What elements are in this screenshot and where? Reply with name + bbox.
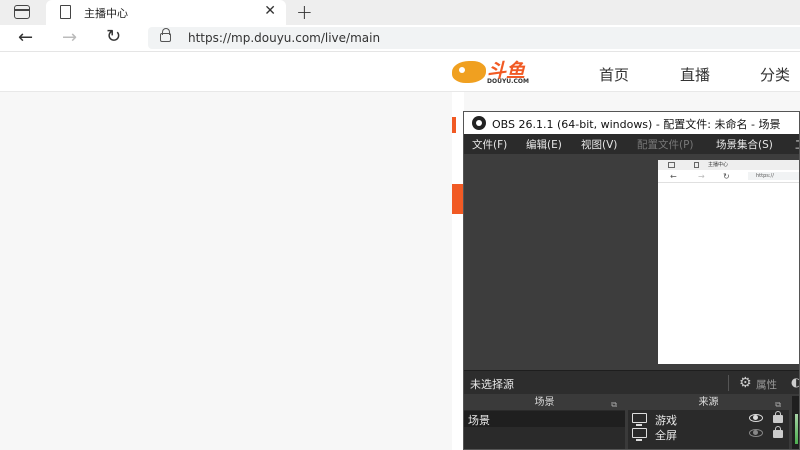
logo-subtext: DOUYU.COM bbox=[487, 78, 529, 85]
menu-file[interactable]: 文件(F) bbox=[472, 137, 507, 152]
lock-icon[interactable] bbox=[773, 426, 783, 438]
no-source-label: 未选择源 bbox=[470, 378, 514, 391]
browser-tab[interactable]: 主播中心 ✕ bbox=[46, 0, 286, 25]
sources-dock: 来源 ⧉ 游戏 全屏 bbox=[628, 396, 789, 449]
menu-tools[interactable]: 工 bbox=[795, 137, 799, 152]
source-item[interactable]: 游戏 bbox=[628, 411, 789, 427]
menu-scene-collection[interactable]: 场景集合(S) bbox=[716, 137, 773, 152]
monitor-icon bbox=[632, 413, 647, 426]
preview-back-icon: ← bbox=[670, 172, 677, 181]
page-icon bbox=[60, 5, 71, 19]
reload-button[interactable]: ↻ bbox=[106, 26, 121, 47]
gear-icon[interactable]: ⚙ bbox=[739, 375, 752, 391]
scenes-dock: 场景 ⧉ 场景 bbox=[464, 396, 625, 449]
close-tab-icon[interactable]: ✕ bbox=[264, 3, 276, 19]
nav-category[interactable]: 分类 bbox=[760, 64, 790, 85]
preview-forward-icon: → bbox=[698, 172, 705, 181]
active-indicator bbox=[452, 117, 456, 133]
site-header: 斗鱼 DOUYU.COM 首页 直播 分类 bbox=[0, 52, 800, 92]
obs-preview[interactable]: 主播中心 ← → ↻ https:// bbox=[464, 154, 799, 370]
separator bbox=[728, 375, 729, 391]
undock-icon[interactable]: ⧉ bbox=[775, 398, 781, 412]
sources-header: 来源 ⧉ bbox=[628, 396, 789, 410]
back-button[interactable]: ← bbox=[18, 27, 33, 48]
preview-tab-icon bbox=[668, 162, 675, 168]
preview-tabbar: 主播中心 bbox=[658, 160, 799, 170]
audio-mixer-dock bbox=[792, 396, 799, 449]
scenes-header: 场景 ⧉ bbox=[464, 396, 625, 410]
obs-window: OBS 26.1.1 (64-bit, windows) - 配置文件: 未命名… bbox=[463, 111, 800, 450]
eye-icon[interactable] bbox=[749, 414, 763, 422]
url-text[interactable]: https://mp.douyu.com/live/main bbox=[188, 31, 380, 45]
browser-tab-bar: 主播中心 ✕ + bbox=[0, 0, 800, 25]
sources-header-label: 来源 bbox=[698, 397, 719, 408]
fish-logo-icon bbox=[452, 61, 486, 83]
preview-canvas: 主播中心 ← → ↻ https:// bbox=[658, 160, 799, 364]
obs-titlebar[interactable]: OBS 26.1.1 (64-bit, windows) - 配置文件: 未命名… bbox=[464, 112, 799, 134]
properties-button[interactable]: 属性 bbox=[756, 377, 777, 392]
filter-icon[interactable]: ◐ bbox=[791, 375, 799, 389]
menu-edit[interactable]: 编辑(E) bbox=[526, 137, 562, 152]
forward-button[interactable]: → bbox=[62, 27, 77, 48]
url-field[interactable]: https://mp.douyu.com/live/main bbox=[148, 27, 800, 49]
scene-item[interactable]: 场景 bbox=[464, 411, 625, 427]
preview-page-icon bbox=[694, 162, 699, 168]
eye-hidden-icon[interactable] bbox=[749, 429, 763, 437]
preview-addressbar: ← → ↻ https:// bbox=[658, 170, 799, 183]
volume-meter bbox=[795, 414, 798, 444]
menu-view[interactable]: 视图(V) bbox=[581, 137, 617, 152]
obs-source-toolbar: 未选择源 ⚙ 属性 ◐ bbox=[464, 370, 799, 394]
scenes-header-label: 场景 bbox=[534, 397, 555, 408]
douyu-logo[interactable]: 斗鱼 DOUYU.COM bbox=[452, 57, 542, 89]
nav-home[interactable]: 首页 bbox=[599, 64, 629, 85]
obs-menubar: 文件(F) 编辑(E) 视图(V) 配置文件(P) 场景集合(S) 工 bbox=[464, 134, 799, 154]
scene-label: 场景 bbox=[468, 414, 490, 427]
undock-icon[interactable]: ⧉ bbox=[611, 398, 617, 412]
menu-profile[interactable]: 配置文件(P) bbox=[637, 137, 694, 152]
source-item[interactable]: 全屏 bbox=[628, 426, 789, 442]
source-label: 全屏 bbox=[655, 429, 677, 442]
tab-title: 主播中心 bbox=[84, 7, 128, 20]
lock-icon[interactable] bbox=[160, 28, 171, 42]
lock-icon[interactable] bbox=[773, 411, 783, 423]
nav-live[interactable]: 直播 bbox=[680, 64, 710, 85]
tab-actions-icon[interactable] bbox=[14, 5, 30, 19]
preview-url: https:// bbox=[748, 172, 799, 180]
new-tab-button[interactable]: + bbox=[296, 0, 313, 24]
preview-reload-icon: ↻ bbox=[723, 172, 730, 181]
preview-tab-title: 主播中心 bbox=[708, 162, 729, 168]
address-bar: ← → ↻ https://mp.douyu.com/live/main bbox=[0, 25, 800, 52]
obs-logo-icon bbox=[472, 116, 486, 130]
obs-window-title: OBS 26.1.1 (64-bit, windows) - 配置文件: 未命名… bbox=[492, 118, 781, 131]
monitor-icon bbox=[632, 428, 647, 441]
